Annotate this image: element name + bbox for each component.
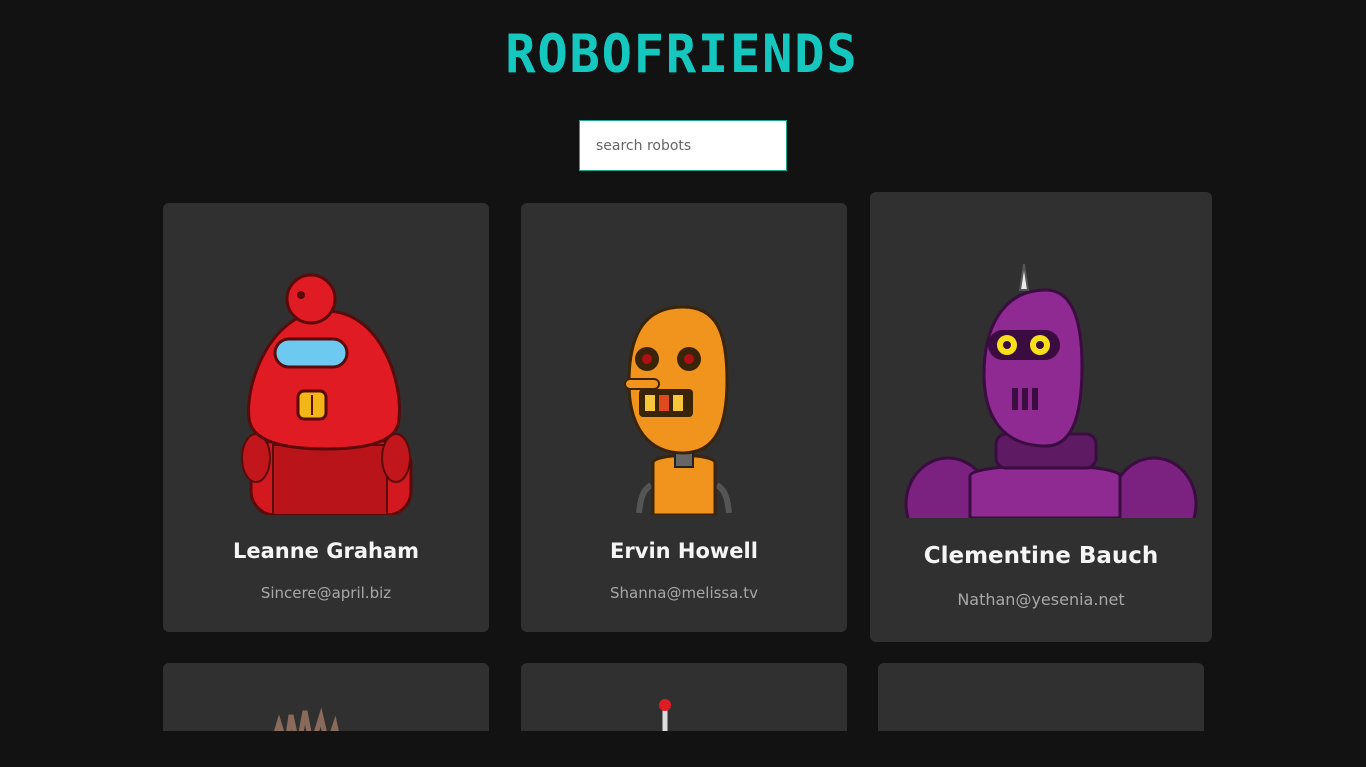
robot-email: Sincere@april.biz — [260, 584, 392, 602]
robot-avatar — [163, 263, 489, 517]
robofriends-page: ROBOFRIENDS Leanne Graham Sincere@april.… — [0, 0, 1366, 767]
app-logo: ROBOFRIENDS — [500, 25, 864, 84]
red-robot-image — [241, 273, 413, 517]
robot-card[interactable]: Clementine Bauch Nathan@yesenia.net — [870, 192, 1212, 642]
search-input[interactable] — [579, 120, 787, 171]
robot-email: Nathan@yesenia.net — [957, 590, 1125, 609]
purple-robot-image — [904, 263, 1198, 552]
robot-name: Leanne Graham — [232, 539, 420, 563]
robot-card[interactable]: Leanne Graham Sincere@april.biz — [163, 203, 489, 632]
robot-avatar — [521, 263, 847, 517]
orange-robot-image — [624, 305, 732, 517]
robot-email: Shanna@melissa.tv — [610, 584, 758, 602]
robot-name: Clementine Bauch — [923, 543, 1159, 569]
robot-name: Ervin Howell — [610, 539, 758, 563]
viewport-bottom-area — [0, 731, 1366, 767]
app-logo-text: ROBOFRIENDS — [505, 23, 859, 85]
robot-card[interactable]: Ervin Howell Shanna@melissa.tv — [521, 203, 847, 632]
robot-avatar — [870, 256, 1212, 552]
